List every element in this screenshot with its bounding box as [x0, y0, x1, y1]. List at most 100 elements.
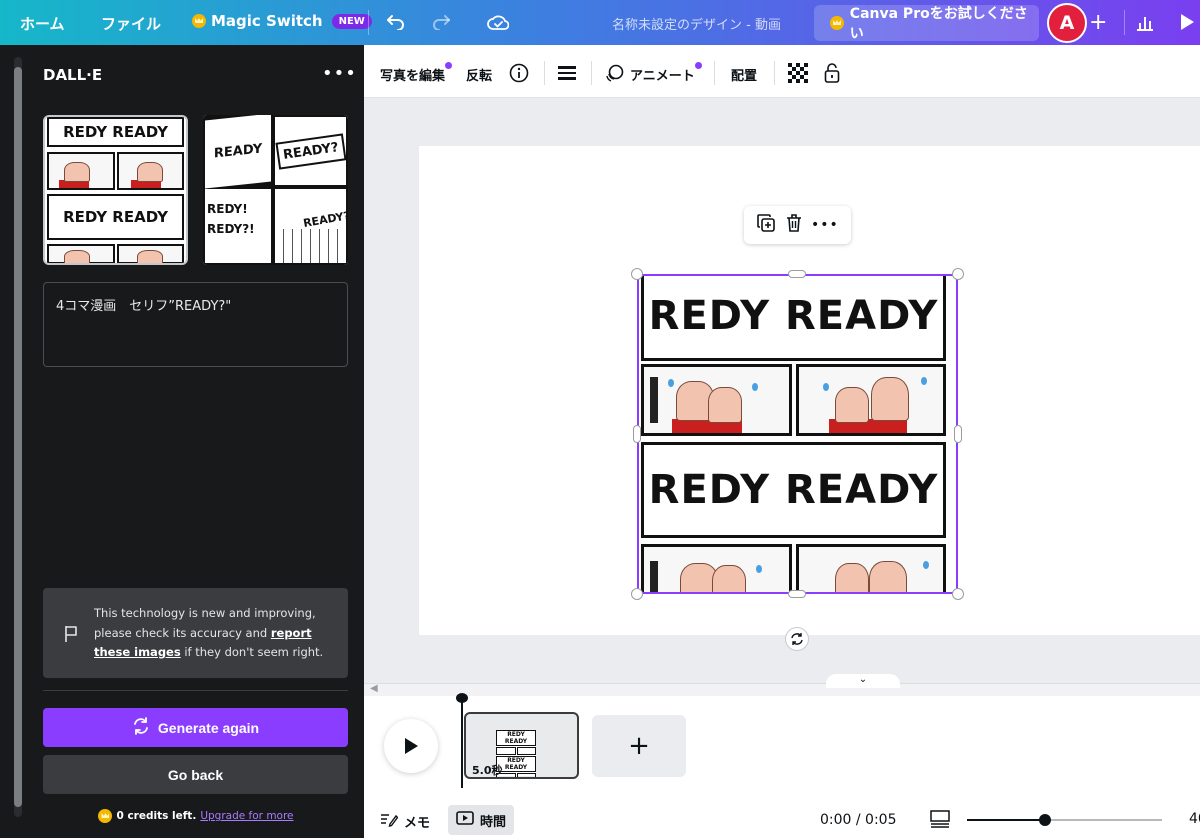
comic-caption: REDY READY	[47, 117, 184, 147]
lock-icon[interactable]	[822, 63, 842, 83]
comic-caption: READY?	[275, 132, 346, 170]
comic-panel	[641, 364, 792, 436]
resize-handle[interactable]	[788, 590, 806, 598]
divider	[774, 61, 775, 85]
avatar[interactable]: A	[1047, 3, 1087, 43]
scroll-thumb[interactable]	[14, 67, 22, 807]
credits-info: 0 credits left. Upgrade for more	[0, 809, 392, 823]
flip-button[interactable]: 反転	[466, 65, 492, 84]
animate-icon[interactable]	[605, 63, 625, 83]
flag-icon	[63, 625, 79, 647]
chevron-down-icon: ⌄	[858, 674, 868, 685]
comic-caption: REDY READY	[47, 194, 184, 240]
upgrade-link[interactable]: Upgrade for more	[200, 810, 293, 822]
clip-duration: 5.0秒	[472, 764, 503, 777]
new-badge: NEW	[331, 13, 372, 29]
crown-icon	[830, 16, 844, 30]
comic-caption: REDY READY	[641, 274, 946, 361]
resize-handle[interactable]	[952, 588, 964, 600]
more-icon[interactable]: •••	[322, 63, 357, 84]
edit-photo-button[interactable]: 写真を編集	[380, 65, 445, 84]
resize-handle[interactable]	[631, 268, 643, 280]
result-thumbnail-1[interactable]: REDY READY REDY READY	[43, 115, 188, 265]
crown-icon	[192, 14, 206, 28]
result-thumbnail-2[interactable]: READY READY? REDY! REDY?! READY?	[203, 115, 348, 265]
duplicate-icon[interactable]	[756, 213, 776, 237]
crown-icon	[98, 809, 113, 823]
divider	[591, 61, 592, 85]
cloud-saved-icon[interactable]	[487, 11, 509, 33]
timeline-scrollbar[interactable]: ◀	[364, 683, 1200, 696]
resize-handle[interactable]	[952, 268, 964, 280]
new-dot	[695, 62, 702, 69]
timeline-clip[interactable]: REDY READY REDY READY 5.0秒	[464, 712, 579, 779]
animate-button[interactable]: アニメート	[630, 65, 695, 84]
context-toolbar: 写真を編集 反転 アニメート 配置	[364, 45, 1200, 98]
border-style-icon[interactable]	[557, 63, 577, 83]
chevron-left-icon[interactable]: ◀	[370, 683, 378, 694]
info-icon[interactable]	[509, 63, 529, 83]
zoom-slider-handle[interactable]	[1039, 814, 1051, 826]
divider	[544, 61, 545, 85]
element-action-bar: •••	[744, 206, 851, 244]
undo-icon[interactable]	[385, 11, 407, 33]
insights-icon[interactable]	[1134, 11, 1156, 33]
timeline: ◀ ⌄ REDY READY REDY READY 5.0秒 + メモ 時間 0…	[364, 674, 1200, 838]
collapse-timeline-button[interactable]: ⌄	[826, 674, 900, 688]
resize-handle[interactable]	[788, 270, 806, 278]
comic-panel	[795, 544, 946, 594]
plus-icon[interactable]: +	[1089, 10, 1107, 35]
clip-thumb-caption: REDY READY	[496, 730, 536, 746]
notes-icon	[380, 811, 399, 831]
timing-button[interactable]: 時間	[448, 805, 514, 835]
document-title[interactable]: 名称未設定のデザイン - 動画	[612, 14, 781, 33]
divider	[368, 10, 369, 35]
zoom-slider-fill	[967, 819, 1045, 821]
notice-text-after: if they don't seem right.	[180, 645, 324, 659]
notice-text: This technology is new and improving, pl…	[94, 604, 334, 663]
playhead-handle[interactable]	[456, 693, 468, 703]
redo-icon[interactable]	[430, 11, 452, 33]
more-icon[interactable]: •••	[811, 217, 839, 233]
ai-notice: This technology is new and improving, pl…	[43, 588, 348, 678]
divider	[1124, 10, 1125, 35]
prompt-input[interactable]: 4コマ漫画 セリフ”READY?"	[43, 282, 348, 367]
timing-label: 時間	[479, 814, 506, 830]
position-button[interactable]: 配置	[731, 65, 757, 84]
divider	[43, 690, 348, 691]
home-menu[interactable]: ホーム	[20, 13, 65, 34]
comic-caption: REDY READY	[641, 442, 946, 538]
transparency-icon[interactable]	[788, 63, 808, 83]
playhead[interactable]	[461, 696, 463, 788]
rotate-icon[interactable]	[785, 627, 809, 651]
add-page-button[interactable]: +	[592, 715, 686, 777]
regenerate-icon	[132, 717, 150, 738]
selected-image[interactable]: REDY READY REDY READY	[637, 274, 958, 594]
canvas-area: ••• REDY READY REDY READY	[364, 98, 1200, 683]
timeline-footer: メモ 時間 0:00 / 0:05 40	[364, 804, 1200, 838]
panel-title: DALL·E	[43, 66, 103, 84]
generate-again-button[interactable]: Generate again	[43, 708, 348, 747]
comic-caption: REDY! REDY?!	[205, 189, 271, 263]
trash-icon[interactable]	[785, 213, 803, 237]
try-pro-button[interactable]: Canva Proをお試しください	[814, 5, 1039, 42]
comic-panel	[795, 364, 946, 436]
resize-handle[interactable]	[633, 425, 641, 443]
divider	[714, 61, 715, 85]
panel-scrollbar[interactable]	[14, 57, 22, 817]
resize-handle[interactable]	[954, 425, 962, 443]
go-back-button[interactable]: Go back	[43, 755, 348, 794]
time-readout: 0:00 / 0:05	[820, 812, 897, 828]
magic-switch-button[interactable]: Magic Switch NEW	[192, 12, 372, 30]
present-icon[interactable]	[1176, 11, 1198, 33]
play-button[interactable]	[384, 719, 438, 773]
notes-button[interactable]: メモ	[380, 811, 430, 831]
timer-icon	[456, 811, 474, 829]
grid-view-icon[interactable]	[930, 810, 950, 832]
try-pro-label: Canva Proをお試しください	[849, 6, 1028, 42]
zoom-percent[interactable]: 40	[1189, 811, 1200, 827]
generate-again-label: Generate again	[157, 719, 260, 736]
file-menu[interactable]: ファイル	[101, 13, 161, 34]
resize-handle[interactable]	[631, 588, 643, 600]
comic-caption: READY?	[302, 209, 346, 230]
